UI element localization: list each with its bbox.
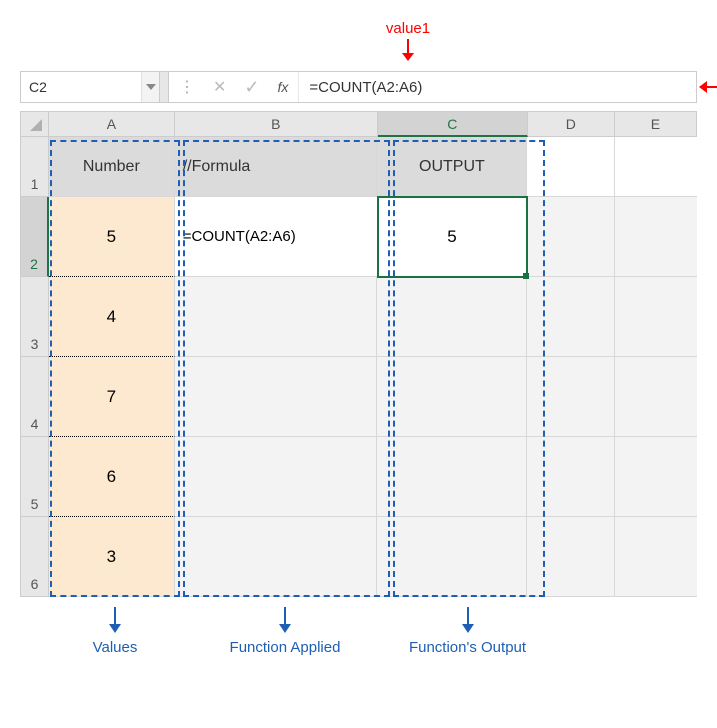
row-head-3[interactable]: 3: [20, 277, 49, 357]
cell-d2[interactable]: [527, 197, 614, 277]
separator: [159, 72, 169, 102]
cell-d1[interactable]: [527, 137, 614, 197]
cell-d5[interactable]: [527, 437, 614, 517]
fx-button[interactable]: fx: [278, 79, 289, 95]
annotation-values: Values: [50, 607, 180, 656]
cell-a1[interactable]: Number: [49, 137, 175, 197]
bottom-annotations: Values Function Applied Function's Outpu…: [20, 607, 697, 656]
table-row: 3 4: [20, 277, 697, 357]
cell-a5[interactable]: 6: [49, 437, 175, 517]
cell-e6[interactable]: [615, 517, 697, 597]
annotation-syntax: Syntax: [699, 78, 717, 95]
cell-c2[interactable]: 5: [378, 197, 528, 277]
cell-a4[interactable]: 7: [49, 357, 175, 437]
enter-icon[interactable]: ✓: [244, 77, 259, 98]
formula-input[interactable]: =COUNT(A2:A6): [298, 72, 498, 102]
cell-e1[interactable]: [615, 137, 697, 197]
cell-b5[interactable]: [175, 437, 378, 517]
cancel-icon[interactable]: ✕: [213, 77, 226, 97]
cell-e4[interactable]: [615, 357, 697, 437]
annotation-function-applied: Function Applied: [180, 607, 390, 656]
name-box[interactable]: C2: [21, 72, 141, 102]
col-head-c[interactable]: C: [378, 111, 528, 137]
cell-b6[interactable]: [175, 517, 378, 597]
column-headers: A B C D E: [20, 111, 697, 137]
grid-body: 1 Number //Formula OUTPUT 2 5 =COUNT(A2:…: [20, 137, 697, 597]
cell-a2[interactable]: 5: [49, 197, 175, 277]
row-head-1[interactable]: 1: [20, 137, 49, 197]
col-head-e[interactable]: E: [615, 111, 697, 137]
cell-e3[interactable]: [615, 277, 697, 357]
table-row: 2 5 =COUNT(A2:A6) 5: [20, 197, 697, 277]
formula-bar: C2 ⋮ ✕ ✓ fx =COUNT(A2:A6) Syntax: [20, 71, 697, 103]
cell-b1[interactable]: //Formula: [175, 137, 378, 197]
name-box-dropdown[interactable]: [141, 72, 159, 102]
cell-e5[interactable]: [615, 437, 697, 517]
col-head-b[interactable]: B: [175, 111, 378, 137]
row-head-4[interactable]: 4: [20, 357, 49, 437]
dots-icon: ⋮: [179, 77, 195, 97]
arrow-down-red-icon: [358, 39, 458, 66]
row-head-2[interactable]: 2: [20, 197, 49, 277]
annotation-value1: value1: [358, 20, 458, 37]
cell-c4[interactable]: [377, 357, 527, 437]
cell-a6[interactable]: 3: [49, 517, 175, 597]
table-row: 1 Number //Formula OUTPUT: [20, 137, 697, 197]
col-head-a[interactable]: A: [49, 111, 175, 137]
cell-c1[interactable]: OUTPUT: [377, 137, 527, 197]
table-row: 5 6: [20, 437, 697, 517]
cell-d6[interactable]: [527, 517, 614, 597]
formula-controls: ⋮ ✕ ✓ fx: [169, 72, 298, 102]
row-head-5[interactable]: 5: [20, 437, 49, 517]
cell-d4[interactable]: [527, 357, 614, 437]
row-head-6[interactable]: 6: [20, 517, 49, 597]
spreadsheet-grid: A B C D E 1 Number //Formula OUTPUT 2 5 …: [20, 111, 697, 597]
col-head-d[interactable]: D: [528, 111, 615, 137]
cell-b3[interactable]: [175, 277, 378, 357]
cell-b4[interactable]: [175, 357, 378, 437]
cell-b2[interactable]: =COUNT(A2:A6): [175, 197, 378, 277]
cell-c6[interactable]: [377, 517, 527, 597]
cell-e2[interactable]: [615, 197, 697, 277]
select-all-corner[interactable]: [20, 111, 49, 137]
cell-d3[interactable]: [527, 277, 614, 357]
annotation-function-output: Function's Output: [390, 607, 545, 656]
table-row: 4 7: [20, 357, 697, 437]
cell-a3[interactable]: 4: [49, 277, 175, 357]
cell-c3[interactable]: [377, 277, 527, 357]
table-row: 6 3: [20, 517, 697, 597]
cell-c5[interactable]: [377, 437, 527, 517]
